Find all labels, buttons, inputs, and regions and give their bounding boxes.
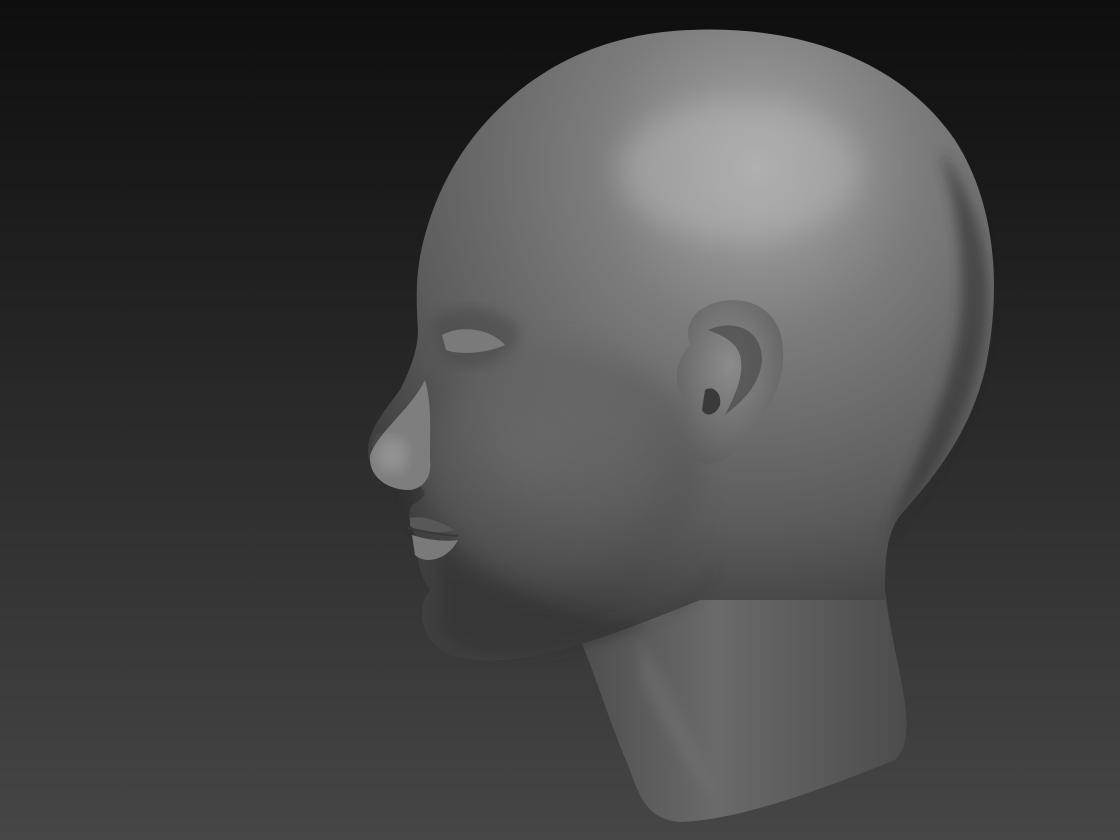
sculpt-viewport[interactable]: [0, 0, 1120, 840]
cheek-tone: [420, 350, 700, 590]
nose-highlight: [376, 437, 408, 473]
viewport-canvas[interactable]: [0, 0, 1120, 840]
crown-highlight: [620, 100, 860, 240]
